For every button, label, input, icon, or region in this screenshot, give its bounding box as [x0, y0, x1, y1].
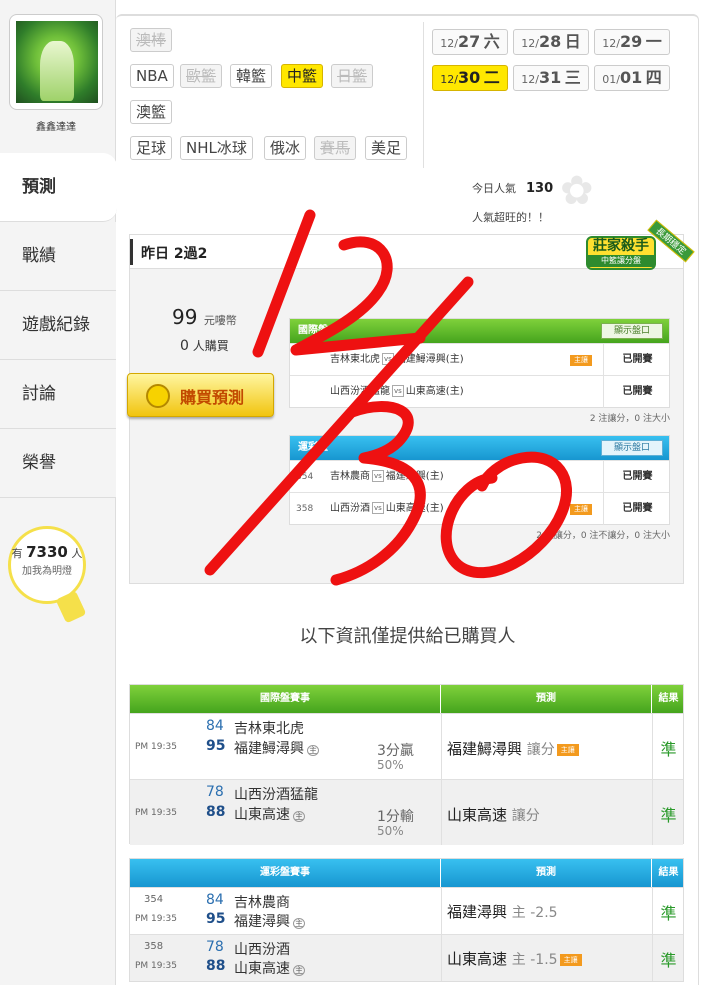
popularity-note: 人氣超旺的！！	[472, 211, 549, 224]
avatar-image	[16, 21, 98, 103]
mini-lottery-footer: 2 注讓分，0 注不讓分，0 注大小	[536, 531, 670, 541]
sidebar-item-honor[interactable]: 榮譽	[0, 429, 116, 498]
table-row: PM 19:35 78 山西汾酒猛龍 88 山東高速主 1分輸 50% 山東高速…	[130, 779, 683, 845]
mini-lottery-header: 運彩盤 顯示盤口	[290, 436, 669, 460]
mini-intl-table: 國際盤 顯示盤口 吉林東北虎 vs 福建鱘潯興(主) 主讓 已開賽 山西汾酒猛龍 vs 山…	[289, 318, 670, 408]
fan-cta: 加我為明燈	[22, 566, 72, 577]
popularity: 今日人氣 130	[472, 181, 554, 196]
table-row: 354 PM 19:35 84 吉林農商 95 福建潯興主 福建潯興 主 -2.…	[130, 887, 683, 934]
date-1227[interactable]: 12/27 六	[432, 29, 508, 55]
result-correct: 準	[660, 951, 677, 970]
sidebar-item-game-history[interactable]: 遊戲紀錄	[0, 291, 116, 360]
table-row: 358 山西汾酒 vs 山東高速(主) 主讓 已開賽	[290, 492, 669, 525]
table-row: 山西汾酒猛龍 vs 山東高速(主) 已開賽	[290, 375, 669, 408]
sidebar: 鑫鑫達達 預測 戰績 遊戲紀錄 討論 榮譽 有 7330 人 加我為明燈	[0, 0, 117, 985]
intl-result-table: 國際盤賽事 預測 結果 PM 19:35 84 吉林東北虎 95 福建鱘潯興主 3分…	[129, 684, 684, 845]
yesterday-record: 昨日 2過2	[141, 246, 208, 262]
tag-aus-baseball: 澳棒	[130, 28, 173, 52]
date-1230[interactable]: 12/30 二	[432, 65, 508, 91]
deco-flower-icon: ✿	[560, 168, 594, 214]
lottery-result-header: 運彩盤賽事 預測 結果	[130, 859, 683, 887]
host-badge: 主讓	[570, 355, 592, 366]
date-0101[interactable]: 01/01 四	[594, 65, 670, 91]
mini-lottery-table: 運彩盤 顯示盤口 354 吉林農商 vs 福建潯興(主) 已開賽 358 山西汾酒 vs…	[289, 435, 670, 525]
avatar[interactable]	[9, 14, 103, 110]
buy-prediction-button[interactable]: 購買預測	[127, 373, 274, 417]
sidebar-item-prediction[interactable]: 預測	[0, 153, 117, 222]
sidebar-item-record[interactable]: 戰績	[0, 222, 116, 291]
host-badge: 主讓	[556, 743, 579, 756]
result-correct: 準	[660, 904, 677, 923]
tag-nhl[interactable]: NHL冰球	[180, 136, 253, 160]
tag-japan-basketball: 日籃	[331, 64, 374, 88]
tag-euro-basketball: 歐籃	[180, 64, 223, 88]
result-correct: 準	[660, 806, 677, 825]
tag-aus-basketball[interactable]: 澳籃	[130, 100, 173, 124]
buyer-count: 0 人購買	[180, 338, 229, 354]
result-correct: 準	[660, 740, 677, 759]
show-odds-button[interactable]: 顯示盤口	[601, 440, 663, 456]
intl-result-header: 國際盤賽事 預測 結果	[130, 685, 683, 713]
table-row: 358 PM 19:35 78 山西汾酒 88 山東高速主 山東高速 主 -1.…	[130, 934, 683, 981]
table-row: PM 19:35 84 吉林東北虎 95 福建鱘潯興主 3分贏 50% 福建鱘潯…	[130, 713, 683, 779]
banker-killer-badge: 莊家殺手 中籃讓分盤 長期穩定	[586, 219, 700, 280]
tag-china-basketball[interactable]: 中籃	[281, 64, 324, 88]
tag-soccer[interactable]: 足球	[130, 136, 173, 160]
tag-nba[interactable]: NBA	[130, 64, 174, 88]
buyers-only-notice: 以下資訊僅提供給已購買人	[299, 626, 516, 647]
lottery-result-table: 運彩盤賽事 預測 結果 354 PM 19:35 84 吉林農商 95 福建潯興主 …	[129, 858, 684, 982]
fan-bulb-widget[interactable]: 有 7330 人 加我為明燈	[6, 526, 110, 626]
fan-count: 有 7330 人	[11, 543, 83, 561]
host-badge: 主讓	[570, 504, 592, 515]
tag-russia-hockey[interactable]: 俄冰	[264, 136, 307, 160]
coin-icon	[146, 384, 170, 408]
sidebar-nav: 預測 戰績 遊戲紀錄 討論 榮譽	[0, 153, 117, 498]
sidebar-item-discussion[interactable]: 討論	[0, 360, 116, 429]
show-odds-button[interactable]: 顯示盤口	[601, 323, 663, 339]
divider	[423, 22, 424, 168]
date-1231[interactable]: 12/31 三	[513, 65, 589, 91]
mini-intl-header: 國際盤 顯示盤口	[290, 319, 669, 343]
username[interactable]: 鑫鑫達達	[0, 118, 112, 133]
badge-main: 莊家殺手 中籃讓分盤	[586, 236, 656, 270]
price: 99 元嘍幣	[172, 305, 237, 329]
mini-intl-footer: 2 注讓分，0 注大小	[589, 414, 670, 424]
tag-horse-racing: 賽馬	[314, 136, 357, 160]
host-badge: 主讓	[559, 953, 582, 966]
date-1229[interactable]: 12/29 一	[594, 29, 670, 55]
table-row: 354 吉林農商 vs 福建潯興(主) 已開賽	[290, 460, 669, 493]
tag-american-football[interactable]: 美足	[365, 136, 408, 160]
date-1228[interactable]: 12/28 日	[513, 29, 589, 55]
table-row: 吉林東北虎 vs 福建鱘潯興(主) 主讓 已開賽	[290, 343, 669, 376]
tag-korea-basketball[interactable]: 韓籃	[230, 64, 273, 88]
